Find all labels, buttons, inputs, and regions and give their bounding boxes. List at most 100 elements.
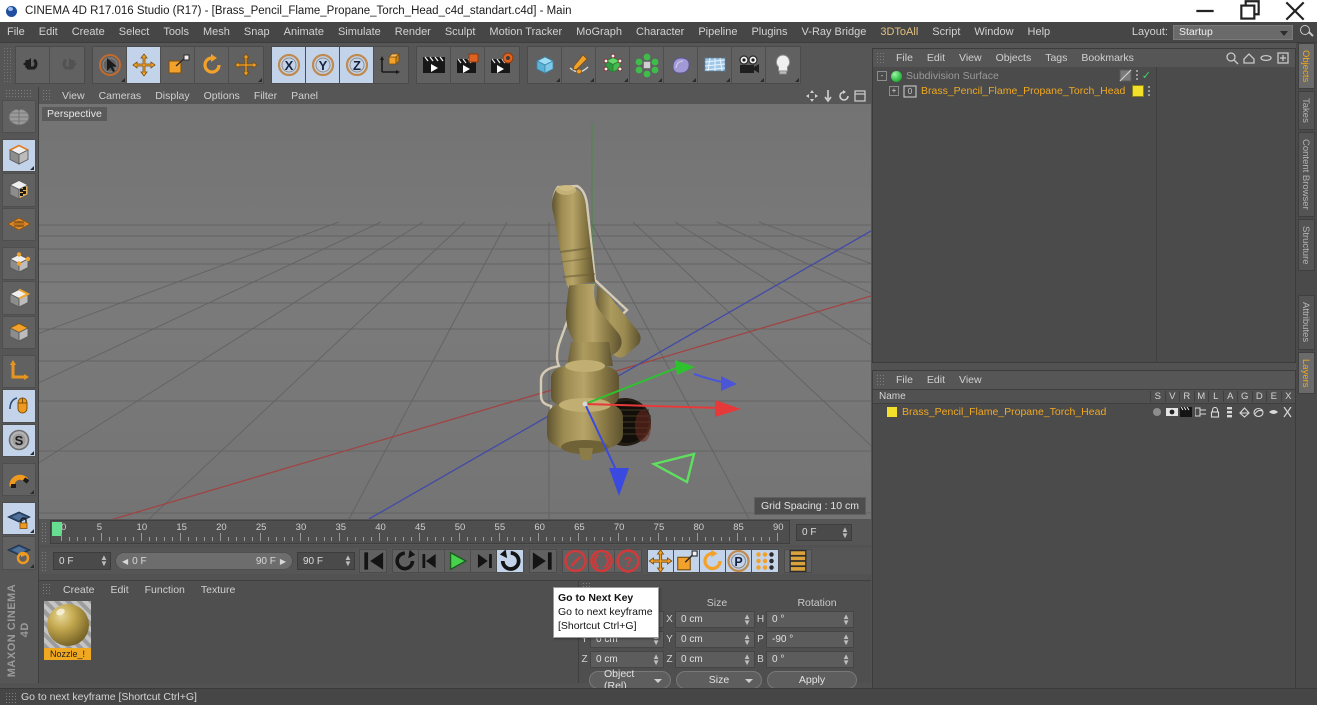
menu-file[interactable]: File	[0, 22, 32, 43]
menu-help[interactable]: Help	[1021, 22, 1058, 43]
go-to-end-button[interactable]	[530, 550, 556, 572]
object-menu-tags[interactable]: Tags	[1038, 49, 1074, 67]
render-settings-button[interactable]	[485, 47, 519, 83]
menu-vray-bridge[interactable]: V-Ray Bridge	[795, 22, 874, 43]
add-light-button[interactable]	[766, 47, 800, 83]
size-y-field[interactable]: 0 cm ▲ ▼	[675, 631, 755, 648]
layout-select[interactable]: Startup	[1173, 24, 1293, 40]
position-key-button[interactable]	[648, 548, 674, 574]
rail-tab-objects[interactable]: Objects	[1298, 43, 1315, 90]
layer-col-l[interactable]: L	[1208, 391, 1223, 402]
layer-row[interactable]: Brass_Pencil_Flame_Propane_Torch_Head	[873, 404, 1295, 420]
menu-create[interactable]: Create	[65, 22, 112, 43]
viewport-menu-filter[interactable]: Filter	[247, 87, 284, 104]
menu-sculpt[interactable]: Sculpt	[438, 22, 483, 43]
layer-menu-view[interactable]: View	[952, 371, 989, 389]
material-menu-edit[interactable]: Edit	[103, 581, 137, 598]
timeline-grip[interactable]	[41, 522, 48, 542]
render-view-button[interactable]	[417, 47, 451, 83]
animation-toggle-icon[interactable]	[1223, 405, 1238, 419]
layer-col-g[interactable]: G	[1237, 391, 1252, 402]
step-back-button[interactable]	[419, 550, 445, 572]
visible-toggle-icon[interactable]	[1165, 405, 1180, 419]
layer-manager-grip[interactable]	[876, 373, 886, 387]
timeline-track[interactable]: 0 5 10 15 20 25 30 35 40 45 50 55 60 65 70 75 80 85 90	[50, 520, 790, 544]
polygons-mode-tool[interactable]	[2, 315, 36, 349]
preview-range-field[interactable]: ◀ 0 F 90 F ▶	[115, 552, 293, 570]
scale-key-button[interactable]	[674, 550, 700, 572]
lock-x-button[interactable]: X	[272, 47, 306, 83]
material-item[interactable]: Nozzle_!	[44, 601, 91, 661]
texture-mode-tool[interactable]	[2, 173, 36, 207]
size-mode-dropdown[interactable]: Size	[676, 671, 762, 689]
layer-col-m[interactable]: M	[1193, 391, 1209, 402]
points-mode-tool[interactable]	[2, 246, 36, 281]
material-tag-icon[interactable]	[1132, 85, 1144, 97]
layer-col-r[interactable]: R	[1179, 391, 1194, 402]
layer-menu-file[interactable]: File	[889, 371, 920, 389]
coordinate-mode-dropdown[interactable]: Object (Rel)	[589, 668, 671, 692]
menu-mograph[interactable]: MoGraph	[569, 22, 629, 43]
snap-settings-tool[interactable]: S	[2, 423, 36, 457]
material-grip[interactable]	[42, 583, 52, 596]
edges-mode-tool[interactable]	[2, 281, 36, 315]
current-frame-field[interactable]: 0 F ▲ ▼	[53, 552, 111, 570]
stepper-icon[interactable]: ▲▼	[743, 653, 751, 667]
magnet-tool[interactable]	[2, 462, 36, 497]
toolbar-grip[interactable]	[3, 47, 12, 83]
material-menu-function[interactable]: Function	[137, 581, 193, 598]
enable-viewport-tool[interactable]	[2, 389, 36, 423]
expander-icon[interactable]: -	[877, 71, 887, 81]
live-selection-tool[interactable]	[2, 99, 36, 134]
pan-icon[interactable]	[805, 89, 819, 103]
object-menu-view[interactable]: View	[952, 49, 989, 67]
menu-render[interactable]: Render	[388, 22, 438, 43]
perspective-viewport[interactable]: Y X Perspective Grid Spacing : 10 cm	[39, 104, 871, 519]
expand-tree-icon[interactable]	[1276, 51, 1290, 65]
select-tool-button[interactable]	[93, 47, 127, 83]
menu-select[interactable]: Select	[112, 22, 157, 43]
rail-tab-layers[interactable]: Layers	[1298, 351, 1315, 395]
lock-y-button[interactable]: Y	[306, 47, 340, 83]
rotate-key-button[interactable]	[700, 549, 726, 572]
step-forward-button[interactable]	[471, 550, 497, 572]
keyframe-selection-button[interactable]: ?	[615, 549, 641, 573]
position-z-field[interactable]: 0 cm ▲ ▼	[590, 651, 664, 668]
layer-menu-edit[interactable]: Edit	[920, 371, 952, 389]
layer-col-d[interactable]: D	[1251, 391, 1267, 402]
timeline-frame-field[interactable]: 0 F ▲ ▼	[796, 523, 852, 541]
move-tool-button[interactable]	[127, 47, 161, 83]
rotation-p-field[interactable]: -90 ° ▲ ▼	[766, 631, 854, 648]
expression-toggle-icon[interactable]	[1266, 405, 1281, 419]
undo-button[interactable]	[16, 47, 50, 83]
check-icon[interactable]: ✓	[1142, 69, 1151, 82]
render-toggle-icon[interactable]	[1119, 69, 1132, 82]
model-mode-tool[interactable]	[2, 138, 36, 173]
viewport-menu-display[interactable]: Display	[148, 87, 196, 104]
dolly-icon[interactable]	[821, 89, 835, 103]
object-manager-grip[interactable]	[876, 51, 886, 65]
stepper-icon[interactable]: ▲▼	[652, 653, 660, 667]
object-menu-edit[interactable]: Edit	[920, 49, 952, 67]
record-active-objects-button[interactable]	[563, 549, 589, 573]
add-deformer-button[interactable]	[664, 47, 698, 83]
rotate-tool-button[interactable]	[195, 47, 229, 83]
xpresso-toggle-icon[interactable]	[1281, 405, 1296, 419]
redo-button[interactable]	[50, 47, 84, 83]
solo-toggle-icon[interactable]	[1150, 405, 1165, 419]
layer-col-x[interactable]: X	[1280, 391, 1296, 402]
expander-icon[interactable]: +	[889, 86, 899, 96]
scale-tool-button[interactable]	[161, 47, 195, 83]
object-menu-bookmarks[interactable]: Bookmarks	[1074, 49, 1141, 67]
workplane-rotate-tool[interactable]	[2, 536, 36, 570]
rail-tab-content-browser[interactable]: Content Browser	[1298, 132, 1315, 217]
viewport-menu-cameras[interactable]: Cameras	[92, 87, 149, 104]
rotate-view-icon[interactable]	[837, 89, 851, 103]
menu-mesh[interactable]: Mesh	[196, 22, 237, 43]
add-camera-button[interactable]	[732, 47, 766, 83]
add-cube-button[interactable]	[528, 47, 562, 83]
add-array-button[interactable]	[630, 47, 664, 83]
go-to-previous-key-button[interactable]	[393, 549, 419, 572]
size-x-field[interactable]: 0 cm ▲ ▼	[675, 611, 755, 628]
generator-toggle-icon[interactable]	[1237, 405, 1252, 419]
